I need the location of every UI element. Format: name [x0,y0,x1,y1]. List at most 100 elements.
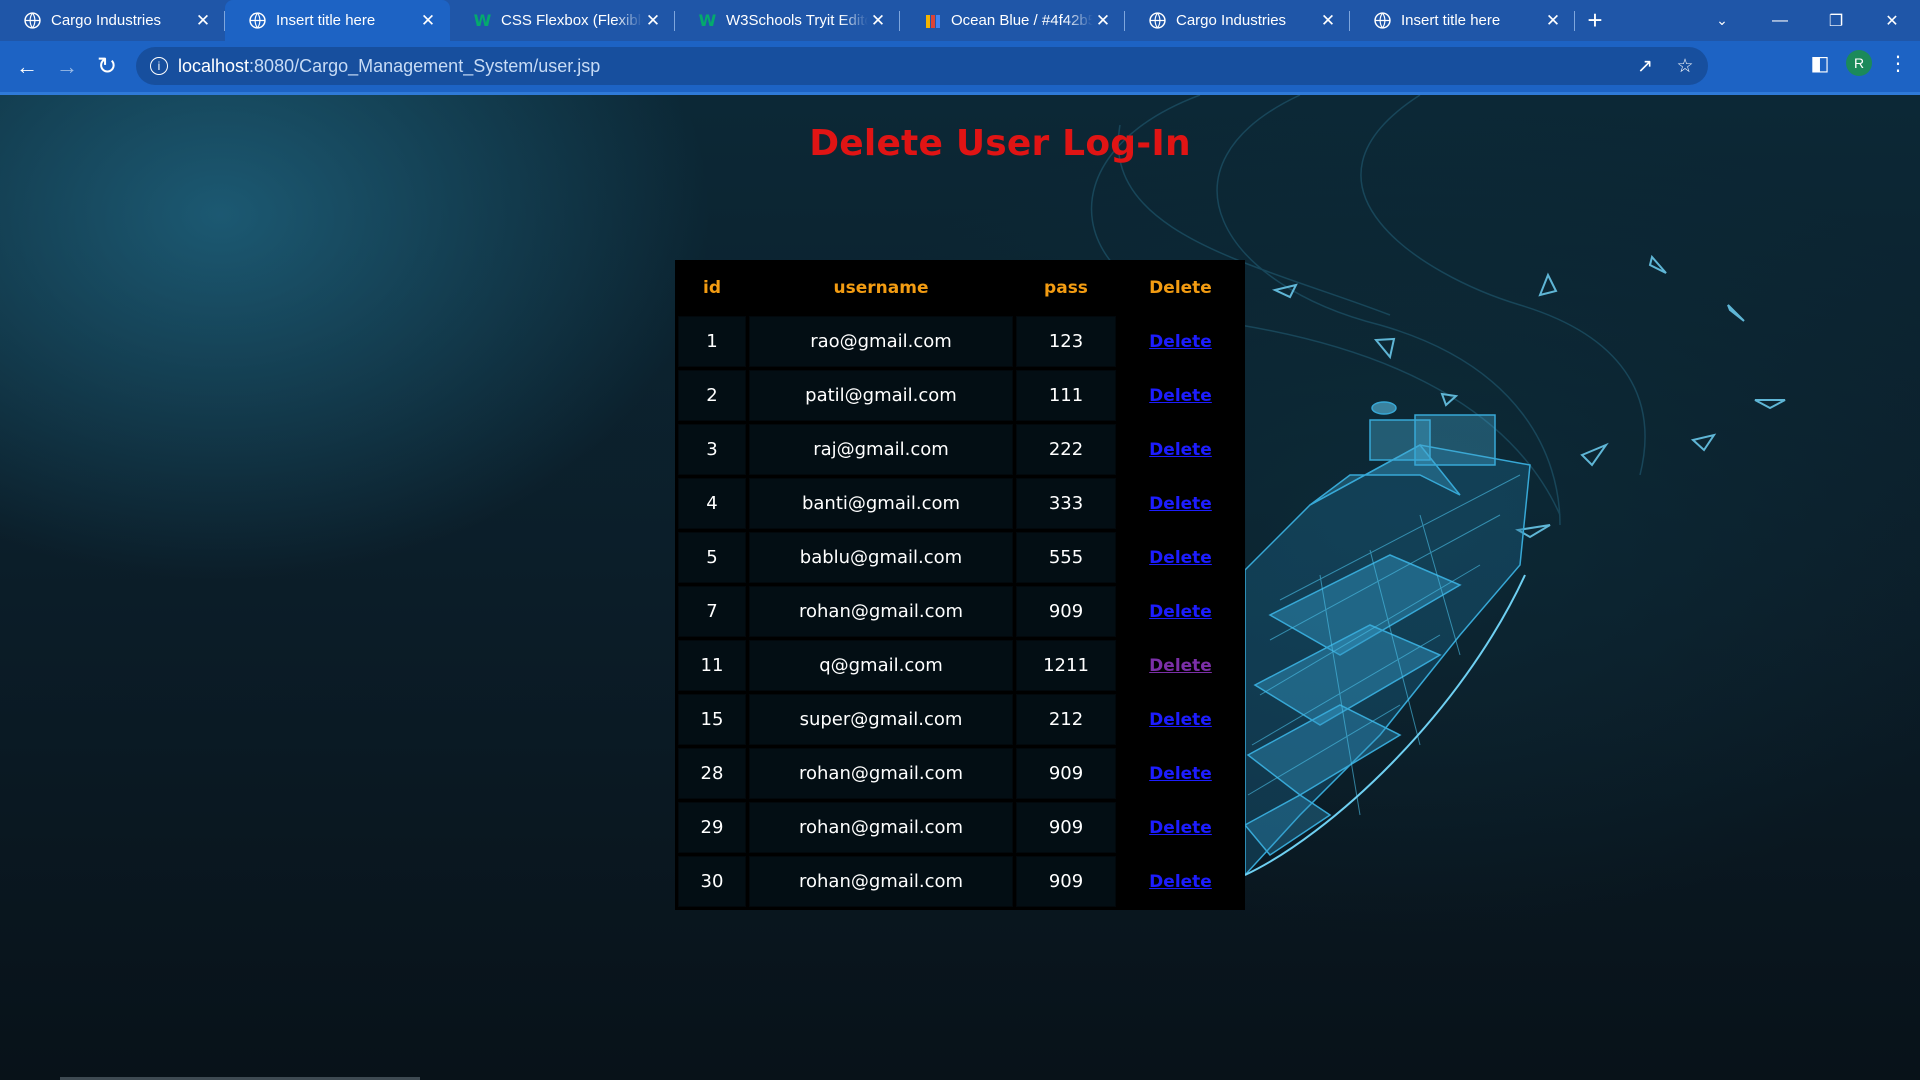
restore-icon[interactable]: ❐ [1808,0,1864,41]
browser-tab[interactable]: Cargo Industries ✕ [0,0,225,41]
side-panel-icon[interactable]: ◧ [1806,49,1834,77]
profile-avatar[interactable]: R [1846,50,1872,76]
column-header-delete: Delete [1119,263,1242,313]
w3schools-icon: W [473,11,492,30]
users-table: id username pass Delete 1 rao@gmail.com 12… [675,260,1245,910]
delete-link[interactable]: Delete [1149,872,1212,892]
cell-delete: Delete [1119,748,1242,799]
close-tab-icon[interactable]: ✕ [868,11,888,31]
delete-link[interactable]: Delete [1149,440,1212,460]
browser-tab[interactable]: Insert title here ✕ [225,0,450,41]
browser-tab[interactable]: Cargo Industries ✕ [1125,0,1350,41]
forward-arrow-icon[interactable]: → [47,47,87,87]
browser-tab[interactable]: Insert title here ✕ [1350,0,1575,41]
cell-id: 5 [678,532,746,583]
close-tab-icon[interactable]: ✕ [1318,11,1338,31]
delete-link[interactable]: Delete [1149,602,1212,622]
cell-delete: Delete [1119,694,1242,745]
cell-delete: Delete [1119,640,1242,691]
table-row: 11 q@gmail.com 1211 Delete [678,640,1242,691]
close-window-icon[interactable]: ✕ [1864,0,1920,41]
cell-username: rao@gmail.com [749,316,1013,367]
tab-title: Insert title here [1401,12,1501,29]
toolbar-right: ◧ R ⋮ [1806,49,1912,77]
close-tab-icon[interactable]: ✕ [643,11,663,31]
table-row: 7 rohan@gmail.com 909 Delete [678,586,1242,637]
reload-icon[interactable]: ↻ [87,47,127,87]
minimize-icon[interactable]: — [1752,0,1808,41]
cell-username: rohan@gmail.com [749,802,1013,853]
close-tab-icon[interactable]: ✕ [1093,11,1113,31]
globe-icon [1374,12,1391,29]
browser-toolbar: ← → ↻ i localhost:8080/Cargo_Management_… [0,41,1920,95]
column-header-pass: pass [1016,263,1116,313]
table-row: 2 patil@gmail.com 111 Delete [678,370,1242,421]
table-row: 30 rohan@gmail.com 909 Delete [678,856,1242,907]
cell-id: 11 [678,640,746,691]
cell-pass: 123 [1016,316,1116,367]
close-tab-icon[interactable]: ✕ [193,11,213,31]
globe-icon [24,12,41,29]
delete-link[interactable]: Delete [1149,386,1212,406]
delete-link[interactable]: Delete [1149,656,1212,676]
tab-title: W3Schools Tryit Editor [726,12,868,29]
cell-id: 30 [678,856,746,907]
cell-username: rohan@gmail.com [749,586,1013,637]
new-tab-button[interactable]: + [1575,0,1615,41]
address-bar[interactable]: i localhost:8080/Cargo_Management_System… [136,47,1708,85]
page-viewport: Delete User Log-In id username pass Dele… [0,95,1920,1080]
cell-delete: Delete [1119,478,1242,529]
share-icon[interactable]: ↗ [1632,53,1658,79]
delete-link[interactable]: Delete [1149,710,1212,730]
omnibox-actions: ↗ ☆ [1632,53,1698,79]
users-table-body: 1 rao@gmail.com 123 Delete 2 patil@gmail.com 1… [678,316,1242,907]
browser-tab[interactable]: W CSS Flexbox (Flexible Box)✕ [450,0,675,41]
column-header-id: id [678,263,746,313]
delete-link[interactable]: Delete [1149,548,1212,568]
table-row: 15 super@gmail.com 212 Delete [678,694,1242,745]
back-arrow-icon[interactable]: ← [7,47,47,87]
cell-username: patil@gmail.com [749,370,1013,421]
table-header-row: id username pass Delete [678,263,1242,313]
cell-username: rohan@gmail.com [749,748,1013,799]
cell-pass: 111 [1016,370,1116,421]
cell-username: q@gmail.com [749,640,1013,691]
cell-username: super@gmail.com [749,694,1013,745]
delete-link[interactable]: Delete [1149,818,1212,838]
url-path: :8080/Cargo_Management_System/user.jsp [249,55,601,76]
table-row: 29 rohan@gmail.com 909 Delete [678,802,1242,853]
cell-delete: Delete [1119,532,1242,583]
bookmark-star-icon[interactable]: ☆ [1672,53,1698,79]
tab-title: Cargo Industries [51,12,162,29]
table-row: 1 rao@gmail.com 123 Delete [678,316,1242,367]
cell-pass: 909 [1016,802,1116,853]
cell-delete: Delete [1119,370,1242,421]
cell-delete: Delete [1119,316,1242,367]
table-row: 5 bablu@gmail.com 555 Delete [678,532,1242,583]
close-tab-icon[interactable]: ✕ [1543,11,1563,31]
tab-strip: Cargo Industries ✕ Insert title here ✕ W CSS … [0,0,1920,41]
browser-tab[interactable]: W W3Schools Tryit Editor ✕ [675,0,900,41]
cell-id: 28 [678,748,746,799]
cell-id: 1 [678,316,746,367]
cell-username: rohan@gmail.com [749,856,1013,907]
menu-kebab-icon[interactable]: ⋮ [1884,49,1912,77]
cell-delete: Delete [1119,856,1242,907]
delete-link[interactable]: Delete [1149,332,1212,352]
cell-pass: 909 [1016,748,1116,799]
cell-id: 4 [678,478,746,529]
palette-icon [924,12,941,29]
table-row: 28 rohan@gmail.com 909 Delete [678,748,1242,799]
cell-pass: 222 [1016,424,1116,475]
window-controls: — ❐ ✕ [1752,0,1920,41]
delete-link[interactable]: Delete [1149,494,1212,514]
close-tab-icon[interactable]: ✕ [418,11,438,31]
site-info-icon[interactable]: i [150,57,168,75]
cell-username: bablu@gmail.com [749,532,1013,583]
cell-delete: Delete [1119,802,1242,853]
tab-search-chevron-icon[interactable]: ⌄ [1702,0,1742,41]
browser-tab[interactable]: Ocean Blue / #4f42b5 ✕ [900,0,1125,41]
delete-link[interactable]: Delete [1149,764,1212,784]
cell-pass: 555 [1016,532,1116,583]
cell-id: 3 [678,424,746,475]
